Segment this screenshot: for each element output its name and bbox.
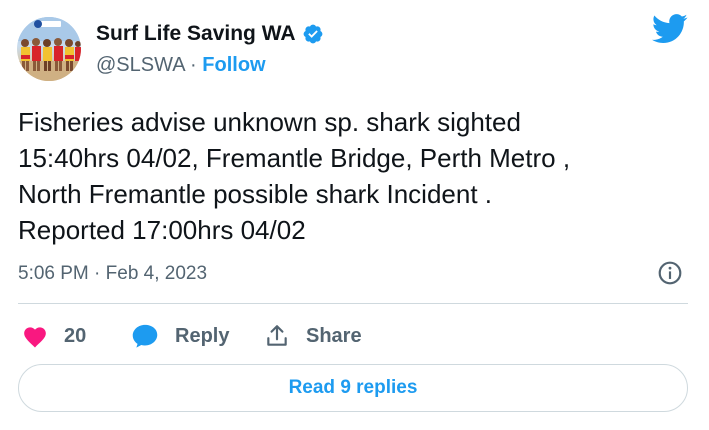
author-name-row[interactable]: Surf Life Saving WA — [96, 21, 324, 47]
share-button[interactable]: Share — [264, 316, 362, 356]
reply-button[interactable]: Reply — [131, 316, 229, 356]
tweet-text-line: 15:40hrs 04/02, Fremantle Bridge, Perth … — [18, 143, 571, 173]
reply-label: Reply — [175, 324, 230, 347]
lifesavers-photo-icon — [17, 17, 81, 81]
divider — [18, 303, 688, 304]
embedded-tweet: Surf Life Saving WA @SLSWA · Follow Fish… — [0, 0, 709, 430]
info-icon[interactable] — [657, 260, 683, 286]
follow-link[interactable]: Follow — [202, 54, 265, 76]
handle-separator: · — [184, 54, 203, 76]
handle-row: @SLSWA · Follow — [96, 52, 266, 78]
heart-icon — [24, 327, 46, 348]
action-bar: 20 Reply Share — [0, 316, 709, 356]
tweet-text: Fisheries advise unknown sp. shark sight… — [18, 104, 688, 248]
like-count: 20 — [64, 324, 87, 347]
author-handle[interactable]: @SLSWA — [96, 54, 184, 76]
reply-bubble-icon — [132, 324, 158, 348]
share-label: Share — [306, 324, 362, 347]
read-replies-button[interactable]: Read 9 replies — [18, 364, 688, 412]
share-upload-icon — [267, 325, 287, 346]
twitter-bird-icon[interactable] — [652, 14, 688, 44]
tweet-text-line: North Fremantle possible shark Incident … — [18, 179, 492, 209]
avatar[interactable] — [17, 17, 81, 81]
author-display-name[interactable]: Surf Life Saving WA — [96, 21, 296, 47]
tweet-timestamp[interactable]: 5:06 PM · Feb 4, 2023 — [18, 261, 207, 287]
like-button[interactable]: 20 — [22, 316, 86, 356]
verified-badge-icon — [303, 24, 322, 44]
tweet-text-line: Fisheries advise unknown sp. shark sight… — [18, 107, 521, 137]
tweet-text-line: Reported 17:00hrs 04/02 — [18, 215, 306, 245]
read-replies-label: Read 9 replies — [288, 377, 418, 398]
